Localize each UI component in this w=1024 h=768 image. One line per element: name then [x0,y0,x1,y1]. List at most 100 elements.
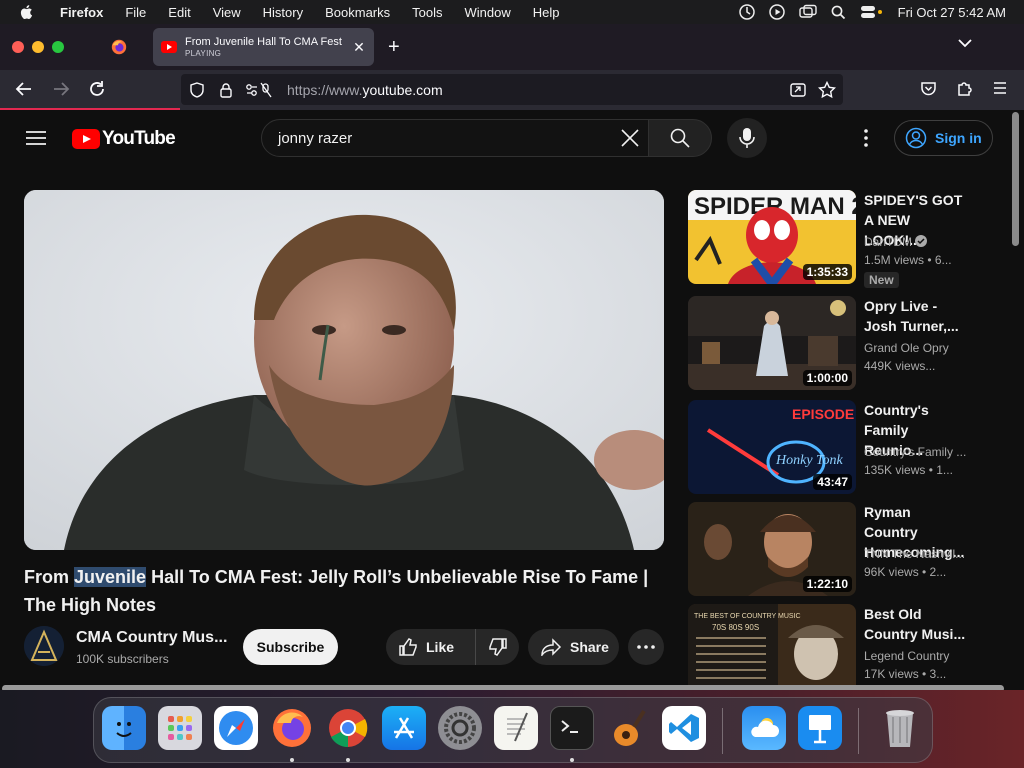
channel-name[interactable]: CMA Country Mus... [76,629,227,647]
search-query[interactable]: jonny razer [278,130,620,147]
recommendation-meta: 17K views • 3... [864,667,947,681]
bookmark-star-icon[interactable] [818,81,836,99]
active-tab[interactable]: From Juvenile Hall To CMA Fest PLAYING ✕ [153,28,374,66]
clear-search-icon[interactable] [620,128,640,148]
video-frame-image [24,190,664,550]
reload-icon[interactable] [88,80,106,98]
vertical-scrollbar[interactable] [1012,112,1019,246]
url-bar[interactable]: https://www.youtube.com [181,74,843,105]
recommendation-channel[interactable]: TNN The Nashvil... [864,547,965,561]
textedit-icon[interactable] [494,706,538,750]
minimize-window-button[interactable] [32,41,44,53]
tracking-protection-shield-icon[interactable] [189,81,205,98]
list-all-tabs-chevron-icon[interactable] [958,38,972,48]
search-button[interactable] [648,119,712,157]
control-center-icon[interactable] [860,5,884,19]
menu-view[interactable]: View [213,5,241,20]
now-playing-icon[interactable] [768,4,785,20]
title-line: SPIDEY'S GOT [864,192,963,208]
video-title: From Juvenile Hall To CMA Fest: Jelly Ro… [24,563,674,619]
menu-history[interactable]: History [263,5,303,20]
zoom-window-button[interactable] [52,41,64,53]
menu-window[interactable]: Window [465,5,511,20]
recommendation-thumbnail[interactable]: EPISODE 1 Honky Tonk 43:47 [688,400,856,494]
dock-separator [722,708,723,754]
video-player[interactable] [24,190,664,550]
finder-icon[interactable] [102,706,146,750]
title-line: Opry Live - [864,298,938,314]
share-label: Share [570,639,609,655]
title-line: Country's [864,402,929,418]
like-button[interactable]: Like [386,629,476,665]
chrome-icon[interactable] [326,706,370,750]
youtube-logo[interactable]: YouTube [72,128,176,150]
close-tab-icon[interactable]: ✕ [352,39,366,56]
back-arrow-icon[interactable] [15,80,33,98]
recommendation-thumbnail[interactable]: THE BEST OF COUNTRY MUSIC 70S 80S 90S [688,604,856,690]
channel-avatar[interactable] [24,626,64,666]
voice-search-button[interactable] [727,118,767,158]
menubar-clock[interactable]: Fri Oct 27 5:42 AM [898,5,1006,20]
guide-menu-icon[interactable] [26,130,46,146]
vscode-icon[interactable] [662,706,706,750]
recommendation-item[interactable]: EPISODE 1 Honky Tonk 43:47 Country'sFami… [688,400,978,494]
url-text[interactable]: https://www.youtube.com [287,82,443,98]
search-input[interactable]: jonny razer [261,119,649,157]
recommendation-meta: 96K views • 2... [864,565,947,579]
recommendation-title[interactable]: Best Old Country Musi... [864,604,966,644]
recommendation-thumbnail[interactable]: 1:00:00 [688,296,856,390]
spotlight-search-icon[interactable] [831,5,846,20]
firefox-view-icon[interactable] [110,38,128,56]
menu-edit[interactable]: Edit [168,5,190,20]
close-window-button[interactable] [12,41,24,53]
menu-app-name[interactable]: Firefox [60,5,103,20]
new-tab-plus-icon[interactable]: + [388,36,400,59]
screen-time-icon[interactable] [738,4,755,20]
menu-tools[interactable]: Tools [412,5,442,20]
sign-in-button[interactable]: Sign in [894,120,993,156]
picture-in-picture-icon[interactable] [790,82,806,98]
settings-more-icon[interactable] [858,128,874,148]
recommendation-item[interactable]: THE BEST OF COUNTRY MUSIC 70S 80S 90S Be… [688,604,978,690]
share-button[interactable]: Share [528,629,619,665]
video-title-before: From [24,567,75,587]
recommendation-title[interactable]: Opry Live - Josh Turner,... [864,296,966,336]
menu-bookmarks[interactable]: Bookmarks [325,5,390,20]
terminal-icon[interactable] [550,706,594,750]
dock-separator [858,708,859,754]
apple-logo-icon[interactable] [18,3,36,21]
lock-icon[interactable] [219,82,233,98]
trash-icon[interactable] [878,706,922,750]
recommendation-item[interactable]: 1:00:00 Opry Live - Josh Turner,... Grand… [688,296,978,390]
recommendation-channel[interactable]: DanTDM [864,235,928,249]
dislike-button[interactable] [476,637,519,657]
launchpad-icon[interactable] [158,706,202,750]
forward-arrow-icon[interactable] [52,80,70,98]
video-duration: 43:47 [813,474,852,490]
recommendation-channel[interactable]: Grand Ole Opry [864,341,949,355]
more-actions-button[interactable] [628,629,664,665]
pocket-icon[interactable] [920,80,937,97]
weather-icon[interactable] [742,706,786,750]
system-settings-icon[interactable] [438,706,482,750]
title-line: Best Old [864,606,922,622]
recommendation-item[interactable]: 1:22:10 Ryman Country Homecoming... TNN T… [688,502,978,596]
recommendation-thumbnail[interactable]: SPIDER MAN 2 1:35:33 [688,190,856,284]
app-menu-hamburger-icon[interactable] [992,80,1008,96]
channel-label: DanTDM [864,235,913,249]
safari-icon[interactable] [214,706,258,750]
menu-file[interactable]: File [125,5,146,20]
firefox-dock-icon[interactable] [270,706,314,750]
menu-help[interactable]: Help [533,5,560,20]
keynote-icon[interactable] [798,706,842,750]
recommendation-item[interactable]: SPIDER MAN 2 1:35:33 SPIDEY'S GOT A NEW L… [688,190,978,288]
subscribe-button[interactable]: Subscribe [243,629,338,665]
recommendation-channel[interactable]: Legend Country [864,649,949,663]
recommendation-thumbnail[interactable]: 1:22:10 [688,502,856,596]
permissions-icon[interactable] [245,82,273,98]
recommendation-channel[interactable]: Country's Family ... [864,445,966,459]
garageband-icon[interactable] [606,706,650,750]
extensions-puzzle-icon[interactable] [956,80,973,97]
app-store-icon[interactable] [382,706,426,750]
screen-mirroring-icon[interactable] [798,4,817,20]
